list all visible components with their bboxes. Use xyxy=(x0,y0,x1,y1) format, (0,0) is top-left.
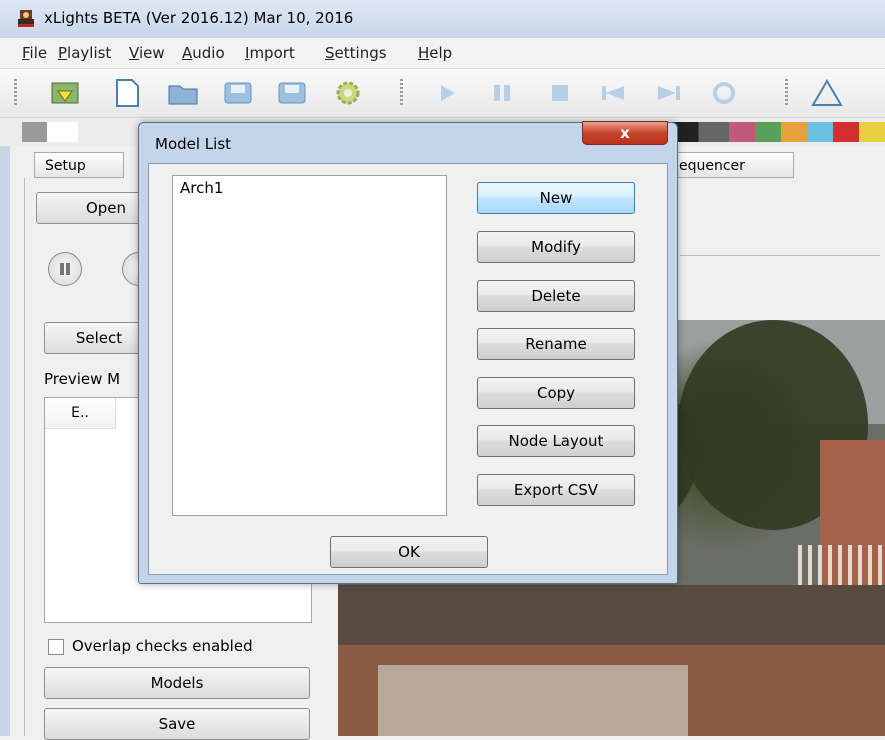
menu-settings[interactable]: Settings xyxy=(325,44,387,62)
copy-button[interactable]: Copy xyxy=(477,377,635,409)
modify-button[interactable]: Modify xyxy=(477,231,635,263)
save-as-icon[interactable] xyxy=(275,77,309,109)
preview-models-label: Preview M xyxy=(44,370,121,388)
dialog-client-area: Arch1 New Modify Delete Rename Copy Node… xyxy=(148,163,668,575)
house-roof xyxy=(338,585,885,645)
repeat-icon[interactable] xyxy=(707,77,741,109)
effect-icons-strip[interactable] xyxy=(668,122,885,142)
stop-icon[interactable] xyxy=(543,77,577,109)
menu-playlist[interactable]: Playlist xyxy=(58,44,111,62)
render-gear-icon[interactable] xyxy=(331,77,365,109)
import-icon[interactable] xyxy=(48,77,82,109)
save-icon[interactable] xyxy=(221,77,255,109)
toolbar-grip[interactable] xyxy=(14,79,17,105)
save-button[interactable]: Save xyxy=(44,708,310,740)
dialog-close-button[interactable]: x xyxy=(582,121,668,145)
toolbar-grip[interactable] xyxy=(400,79,403,105)
pause-icon xyxy=(60,263,70,275)
dialog-title: Model List xyxy=(155,135,232,153)
menu-help[interactable]: Help xyxy=(418,44,452,62)
xlights-logo-icon xyxy=(18,10,34,27)
menu-file[interactable]: File xyxy=(22,44,47,62)
model-listbox[interactable]: Arch1 xyxy=(172,175,447,516)
house-garage-door xyxy=(378,665,688,736)
node-layout-button[interactable]: Node Layout xyxy=(477,425,635,457)
pause-round-button[interactable] xyxy=(48,252,82,286)
overlap-checkbox[interactable] xyxy=(48,639,64,655)
triangle-icon[interactable] xyxy=(810,77,844,109)
rename-button[interactable]: Rename xyxy=(477,328,635,360)
menubar: File Playlist View Audio Import Settings… xyxy=(0,38,885,69)
export-csv-button[interactable]: Export CSV xyxy=(477,474,635,506)
delete-button[interactable]: Delete xyxy=(477,280,635,312)
color-swatches[interactable] xyxy=(22,122,78,142)
play-icon[interactable] xyxy=(430,77,464,109)
ok-button[interactable]: OK xyxy=(330,536,488,568)
window-titlebar: xLights BETA (Ver 2016.12) Mar 10, 2016 xyxy=(0,0,885,38)
open-folder-icon[interactable] xyxy=(166,77,200,109)
models-button[interactable]: Models xyxy=(44,667,310,699)
menu-import[interactable]: Import xyxy=(245,44,295,62)
overlap-label: Overlap checks enabled xyxy=(72,637,253,655)
menu-view[interactable]: View xyxy=(129,44,165,62)
column-header[interactable]: E.. xyxy=(45,398,116,429)
rewind-icon[interactable] xyxy=(596,77,630,109)
menu-audio[interactable]: Audio xyxy=(182,44,225,62)
tab-sequencer[interactable]: equencer xyxy=(670,152,794,178)
pause-icon[interactable] xyxy=(485,77,519,109)
model-list-item[interactable]: Arch1 xyxy=(180,179,223,197)
panel-separator xyxy=(680,255,880,256)
new-button[interactable]: New xyxy=(477,182,635,214)
main-toolbar xyxy=(0,69,885,118)
fast-forward-icon[interactable] xyxy=(652,77,686,109)
toolbar-grip[interactable] xyxy=(785,79,788,105)
tab-setup[interactable]: Setup xyxy=(34,152,124,178)
new-document-icon[interactable] xyxy=(110,77,144,109)
model-list-dialog: Model List x Arch1 New Modify Delete Ren… xyxy=(138,121,678,584)
window-title: xLights BETA (Ver 2016.12) Mar 10, 2016 xyxy=(44,9,354,27)
